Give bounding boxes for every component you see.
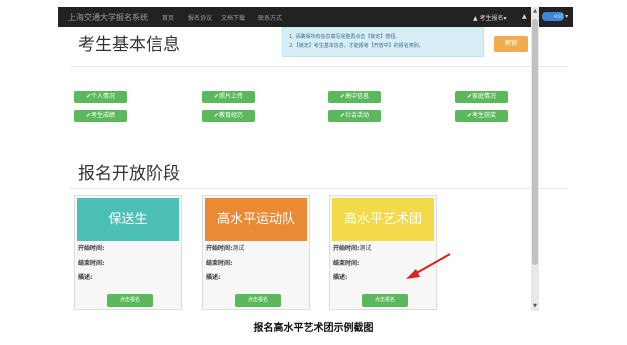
red-arrow-annotation [406,253,451,279]
scroll-up-icon[interactable]: ▲ [531,8,539,15]
screenshot-frame: 上海交通大学报名系统 首页 报名协议 文档下载 联系方式 ▲ 考生报名▾ ▲ e… [58,7,573,311]
scrollbar[interactable]: ▲ ▼ [531,7,539,311]
figure-caption: 报名高水平艺术团示例截图 [253,323,374,334]
scroll-down-icon[interactable]: ▼ [531,303,539,310]
scroll-thumb[interactable] [532,19,538,265]
